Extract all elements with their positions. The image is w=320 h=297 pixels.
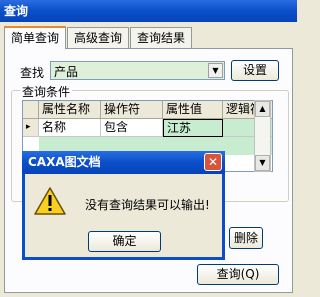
table-scrollbar[interactable]: ▲ ▼ bbox=[254, 100, 271, 172]
tab-strip: 简单查询 高级查询 查询结果 bbox=[4, 26, 293, 49]
search-combo[interactable]: 产品 ▼ bbox=[50, 61, 225, 80]
warning-icon bbox=[34, 187, 66, 215]
table-header: 属性名称 操作符 属性值 逻辑符 bbox=[23, 101, 272, 119]
conditions-group-label: 查询条件 bbox=[20, 83, 73, 100]
tab-query-results[interactable]: 查询结果 bbox=[130, 27, 192, 48]
delete-button[interactable]: 删除 bbox=[229, 227, 263, 249]
tab-simple-query[interactable]: 简单查询 bbox=[4, 26, 66, 49]
column-header-name[interactable]: 属性名称 bbox=[39, 101, 101, 119]
chevron-down-icon[interactable]: ▼ bbox=[208, 63, 223, 78]
cell-operator[interactable]: 包含 bbox=[101, 119, 163, 137]
close-icon[interactable]: ✕ bbox=[204, 153, 222, 171]
settings-button[interactable]: 设置 bbox=[231, 60, 279, 81]
ok-button[interactable]: 确定 bbox=[88, 231, 161, 252]
query-button[interactable]: 查询(Q) bbox=[197, 264, 279, 285]
dialog-title: CAXA图文档 ✕ bbox=[22, 151, 225, 174]
row-header-corner bbox=[23, 101, 39, 119]
scroll-up-icon[interactable]: ▲ bbox=[255, 101, 270, 117]
window-title: 查询 bbox=[0, 0, 297, 22]
column-header-value[interactable]: 属性值 bbox=[163, 101, 223, 119]
scroll-down-icon[interactable]: ▼ bbox=[255, 155, 270, 171]
cell-value[interactable]: 江苏 bbox=[163, 119, 223, 137]
search-combo-value: 产品 bbox=[54, 65, 79, 79]
search-label: 查找 bbox=[20, 66, 45, 80]
table-row[interactable]: ▸ 名称 包含 江苏 bbox=[23, 119, 272, 137]
dialog-title-text: CAXA图文档 bbox=[28, 155, 101, 169]
dialog-message: 没有查询结果可以输出! bbox=[85, 198, 210, 212]
column-header-operator[interactable]: 操作符 bbox=[101, 101, 163, 119]
tab-advanced-query[interactable]: 高级查询 bbox=[67, 27, 129, 48]
message-dialog: CAXA图文档 ✕ 没有查询结果可以输出! 确定 bbox=[22, 151, 225, 260]
cell-name[interactable]: 名称 bbox=[39, 119, 101, 137]
row-indicator-icon: ▸ bbox=[23, 119, 39, 137]
